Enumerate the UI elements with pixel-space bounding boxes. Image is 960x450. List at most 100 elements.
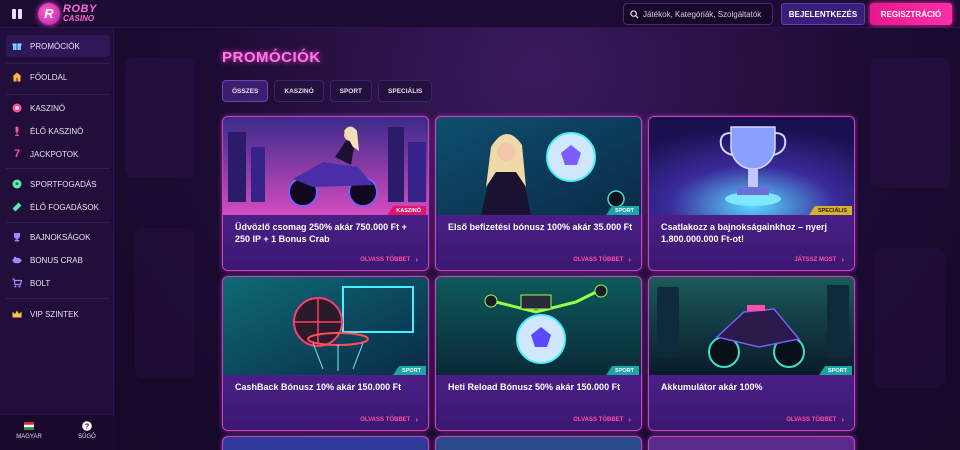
promo-title: Akkumulátor akár 100% bbox=[661, 382, 763, 392]
promo-image-neon-motorbike bbox=[649, 277, 854, 375]
cta-label: OLVASS TÖBBET bbox=[360, 256, 411, 263]
tab-special[interactable]: SPECIÁLIS bbox=[378, 80, 433, 102]
sidebar-item-casino[interactable]: KASZINÓ bbox=[6, 97, 110, 119]
sidebar-item-vip[interactable]: VIP SZINTEK bbox=[6, 303, 110, 325]
cta-label: OLVASS TÖBBET bbox=[786, 416, 837, 423]
chevron-right-icon: › bbox=[628, 255, 631, 264]
promo-image-woman-soccer-ball bbox=[436, 117, 641, 215]
sidebar-item-label: SPORTFOGADÁS bbox=[30, 179, 97, 189]
sidebar-item-label: BONUS CRAB bbox=[30, 255, 83, 265]
hungarian-flag-icon bbox=[24, 421, 34, 431]
promo-card[interactable]: SPORT Heti Reload Bónusz 50% akár 150.00… bbox=[435, 276, 642, 431]
promo-card-partial[interactable] bbox=[222, 436, 429, 450]
divider bbox=[6, 63, 110, 64]
sidebar-item-bonus-crab[interactable]: BONUS CRAB bbox=[6, 249, 110, 271]
divider bbox=[6, 298, 110, 299]
crown-icon bbox=[12, 309, 22, 319]
sidebar-item-live-casino[interactable]: ÉLŐ KASZINÓ bbox=[6, 120, 110, 142]
divider bbox=[6, 222, 110, 223]
chevron-right-icon: › bbox=[415, 415, 418, 424]
language-selector[interactable]: MAGYAR bbox=[4, 421, 54, 440]
sidebar-item-promotions[interactable]: PROMÓCIÓK bbox=[6, 35, 110, 57]
promo-image-drone-soccer-ball bbox=[436, 277, 641, 375]
sidebar: PROMÓCIÓK FŐOLDAL KASZINÓ ÉLŐ KASZINÓ 7 … bbox=[0, 28, 114, 450]
read-more-link[interactable]: OLVASS TÖBBET › bbox=[360, 255, 418, 264]
chevron-right-icon: › bbox=[628, 415, 631, 424]
sidebar-footer: MAGYAR ? SÚGÓ bbox=[0, 414, 114, 450]
sidebar-item-jackpots[interactable]: 7 JACKPOTOK bbox=[6, 143, 110, 165]
seven-icon: 7 bbox=[13, 148, 21, 160]
logo[interactable]: R ROBY CASINO bbox=[38, 2, 97, 25]
sidebar-item-live-betting[interactable]: ÉLŐ FOGADÁSOK bbox=[6, 196, 110, 218]
help-label: SÚGÓ bbox=[78, 434, 96, 440]
promo-title: CashBack Bónusz 10% akár 150.000 Ft bbox=[235, 382, 402, 392]
sidebar-item-tournaments[interactable]: BAJNOKSÁGOK bbox=[6, 226, 110, 248]
sidebar-item-label: JACKPOTOK bbox=[30, 149, 79, 159]
page-title: PROMÓCIÓK bbox=[222, 49, 321, 66]
cart-icon bbox=[12, 278, 22, 288]
promo-title: Első befizetési bónusz 100% akár 35.000 … bbox=[448, 222, 633, 232]
sidebar-item-label: KASZINÓ bbox=[30, 103, 66, 113]
top-bar: R ROBY CASINO BEJELENTKEZÉS REGISZTRÁCIÓ bbox=[0, 0, 960, 28]
sidebar-item-home[interactable]: FŐOLDAL bbox=[6, 66, 110, 88]
promo-card[interactable]: SPORT Első befizetési bónusz 100% akár 3… bbox=[435, 116, 642, 271]
logo-badge: R bbox=[38, 2, 60, 25]
promo-image-basketball-hoop bbox=[223, 277, 428, 375]
read-more-link[interactable]: OLVASS TÖBBET › bbox=[573, 415, 631, 424]
search-icon bbox=[630, 9, 639, 19]
category-badge: KASZINÓ bbox=[387, 206, 426, 215]
promo-title: Csatlakozz a bajnokságainkhoz – nyerj 1.… bbox=[661, 222, 828, 244]
main-content: PROMÓCIÓK ÖSSZES KASZINÓ SPORT SPECIÁLIS… bbox=[115, 28, 960, 450]
register-button[interactable]: REGISZTRÁCIÓ bbox=[870, 3, 952, 25]
promo-card[interactable]: SPORT CashBack Bónusz 10% akár 150.000 F… bbox=[222, 276, 429, 431]
cta-label: OLVASS TÖBBET bbox=[573, 416, 624, 423]
search-box[interactable] bbox=[623, 3, 773, 25]
sidebar-item-sportsbetting[interactable]: SPORTFOGADÁS bbox=[6, 173, 110, 195]
read-more-link[interactable]: OLVASS TÖBBET › bbox=[786, 415, 844, 424]
ticket-icon bbox=[12, 202, 22, 212]
promo-card[interactable]: SPORT Akkumulátor akár 100% OLVASS TÖBBE… bbox=[648, 276, 855, 431]
sidebar-item-label: ÉLŐ FOGADÁSOK bbox=[30, 202, 99, 212]
chevron-right-icon: › bbox=[415, 255, 418, 264]
chevron-right-icon: › bbox=[841, 415, 844, 424]
language-label: MAGYAR bbox=[16, 434, 42, 440]
login-button[interactable]: BEJELENTKEZÉS bbox=[781, 3, 865, 25]
promo-card-partial[interactable] bbox=[648, 436, 855, 450]
promo-title: Heti Reload Bónusz 50% akár 150.000 Ft bbox=[448, 382, 621, 392]
sidebar-item-label: BAJNOKSÁGOK bbox=[30, 232, 91, 242]
promo-card-partial[interactable] bbox=[435, 436, 642, 450]
brand-name: ROBY bbox=[63, 2, 97, 15]
sidebar-item-label: FŐOLDAL bbox=[30, 72, 68, 82]
trophy-icon bbox=[12, 232, 22, 242]
search-input[interactable] bbox=[643, 9, 771, 19]
divider bbox=[6, 94, 110, 95]
crab-icon bbox=[12, 255, 22, 265]
chevron-right-icon: › bbox=[841, 255, 844, 264]
help-button[interactable]: ? SÚGÓ bbox=[62, 421, 112, 440]
tab-all[interactable]: ÖSSZES bbox=[222, 80, 269, 102]
chip-icon bbox=[12, 103, 22, 113]
promo-image-motorbike-rider bbox=[223, 117, 428, 215]
home-icon bbox=[12, 72, 22, 82]
tab-casino[interactable]: KASZINÓ bbox=[274, 80, 324, 102]
soccer-ball-icon bbox=[12, 179, 22, 189]
read-more-link[interactable]: OLVASS TÖBBET › bbox=[573, 255, 631, 264]
cta-label: OLVASS TÖBBET bbox=[573, 256, 624, 263]
sidebar-item-label: BOLT bbox=[30, 278, 51, 288]
divider bbox=[6, 168, 110, 169]
read-more-link[interactable]: OLVASS TÖBBET › bbox=[360, 415, 418, 424]
microphone-icon bbox=[12, 126, 22, 136]
tab-sport[interactable]: SPORT bbox=[329, 80, 373, 102]
play-now-link[interactable]: JÁTSSZ MOST › bbox=[794, 255, 844, 264]
sidebar-item-shop[interactable]: BOLT bbox=[6, 272, 110, 294]
promo-image-trophy-cup bbox=[649, 117, 854, 215]
gift-icon bbox=[12, 41, 22, 51]
promo-card[interactable]: KASZINÓ Üdvözlő csomag 250% akár 750.000… bbox=[222, 116, 429, 271]
sidebar-toggle-icon[interactable] bbox=[12, 7, 30, 21]
cta-label: JÁTSSZ MOST bbox=[794, 256, 837, 263]
promo-title: Üdvözlő csomag 250% akár 750.000 Ft + 25… bbox=[235, 222, 407, 244]
category-badge: SPECIÁLIS bbox=[808, 206, 852, 215]
promo-card[interactable]: SPECIÁLIS Csatlakozz a bajnokságainkhoz … bbox=[648, 116, 855, 271]
sidebar-item-label: ÉLŐ KASZINÓ bbox=[30, 126, 84, 136]
help-icon: ? bbox=[82, 421, 92, 431]
